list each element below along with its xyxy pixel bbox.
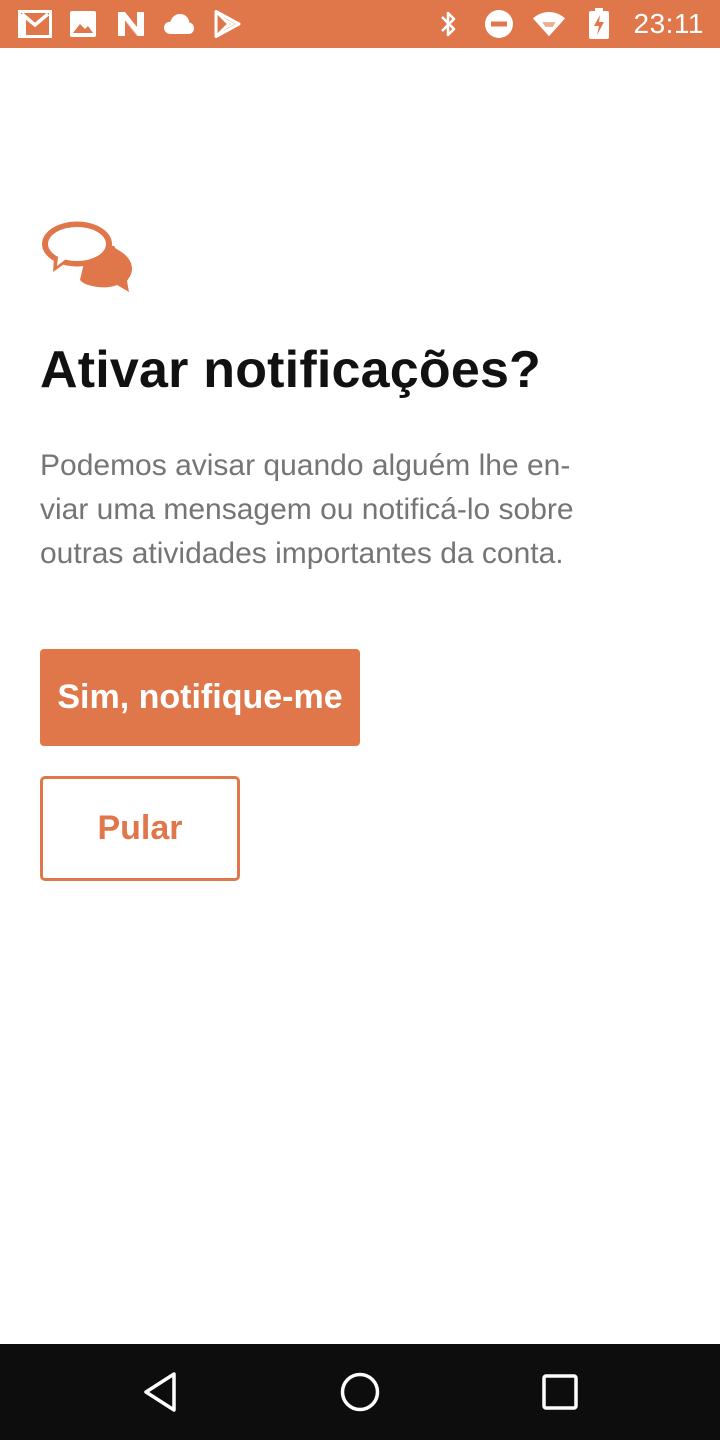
description-line: Podemos avisar quando alguém lhe en- [40, 449, 571, 482]
clock: 23:11 [633, 8, 704, 39]
description-line: outras atividades importantes da conta. [40, 537, 564, 570]
wifi-icon [532, 9, 566, 39]
chat-bubbles-icon [42, 221, 132, 292]
image-icon [66, 9, 100, 39]
play-store-icon [210, 9, 244, 39]
navigation-bar [0, 1344, 720, 1440]
battery-charging-icon [582, 8, 616, 39]
recents-icon[interactable] [536, 1368, 584, 1416]
cloud-icon [162, 9, 196, 39]
do-not-disturb-icon [482, 9, 516, 39]
status-bar: 23:11 [0, 0, 720, 48]
main-content: Ativar notificações? Podemos avisar quan… [40, 218, 680, 576]
description-line: viar uma mensagem ou notificá-lo sobre [40, 493, 574, 526]
enable-notifications-button[interactable]: Sim, notifique-me [40, 649, 360, 746]
bluetooth-icon [432, 9, 466, 39]
system-icons: 23:11 [432, 8, 705, 40]
notification-icons [18, 9, 244, 39]
back-icon[interactable] [136, 1368, 184, 1416]
gmail-icon [18, 9, 52, 39]
n-app-icon [114, 9, 148, 39]
home-icon[interactable] [336, 1368, 384, 1416]
skip-button[interactable]: Pular [40, 776, 240, 881]
page-title: Ativar notificações? [40, 341, 542, 399]
description-text: Podemos avisar quando alguém lhe en- via… [40, 444, 640, 576]
